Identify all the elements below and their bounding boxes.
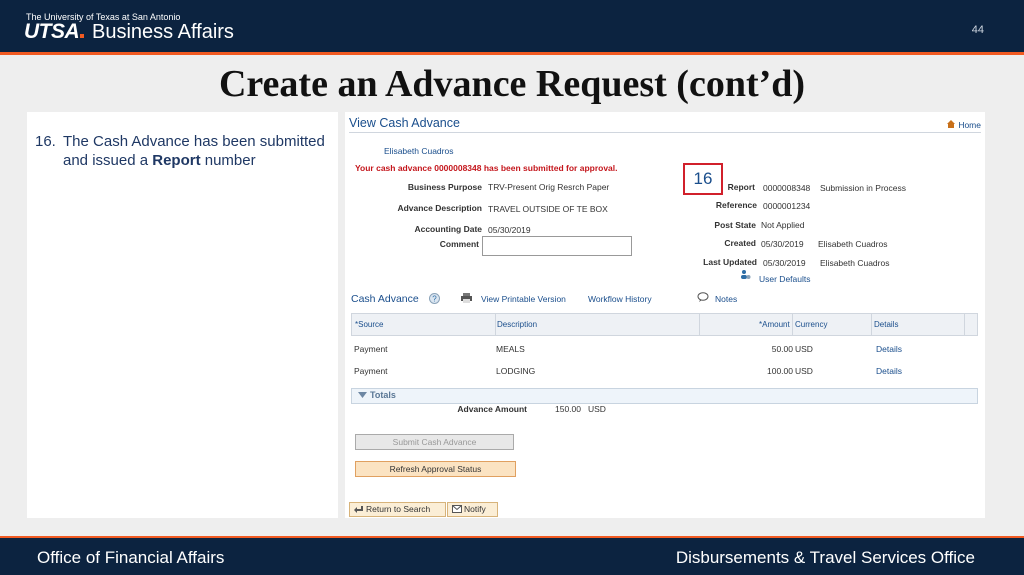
view-printable-version-link[interactable]: View Printable Version [481, 294, 566, 304]
user-settings-icon [741, 270, 751, 279]
cash-advance-section-title: Cash Advance [351, 293, 419, 305]
col-separator [495, 314, 496, 335]
totals-title: Totals [370, 390, 396, 400]
help-icon-wrap[interactable]: ? [429, 293, 440, 306]
accounting-date-value: 05/30/2019 [488, 225, 531, 235]
cash-advance-screenshot: View Cash Advance Home Elisabeth Cuadros… [345, 112, 985, 518]
comment-textarea[interactable] [482, 236, 632, 256]
report-number: 0000008348 [763, 183, 811, 193]
col-details: Details [874, 320, 899, 329]
row-details-link[interactable]: Details [876, 344, 902, 354]
created-date: 05/30/2019 [761, 239, 804, 249]
col-separator [964, 314, 965, 335]
slide-footer: Office of Financial Affairs Disbursement… [0, 538, 1024, 575]
business-purpose-value: TRV-Present Orig Resrch Paper [488, 182, 610, 192]
notify-button[interactable]: Notify [447, 502, 498, 517]
printer-icon-wrap[interactable] [461, 293, 472, 305]
step-text: The Cash Advance has been submitted and … [63, 132, 325, 170]
step-text-after: number [200, 152, 256, 169]
business-affairs-logo: Business Affairs [92, 21, 234, 43]
user-defaults-link-wrap[interactable] [740, 269, 751, 281]
footer-office-right: Disbursements & Travel Services Office [675, 548, 975, 567]
user-defaults-link[interactable]: User Defaults [759, 274, 811, 284]
logo-dot [80, 34, 85, 38]
report-label: Report [727, 182, 755, 192]
cash-advance-table-header: *Source Description *Amount Currency Det… [351, 313, 978, 336]
svg-text:?: ? [432, 295, 437, 304]
workflow-history-link[interactable]: Workflow History [588, 294, 652, 304]
refresh-approval-status-button[interactable]: Refresh Approval Status [355, 461, 516, 477]
col-description: Description [497, 320, 538, 329]
page-number: 44 [971, 24, 984, 36]
slide-header: The University of Texas at San Antonio U… [0, 0, 1024, 52]
post-state-value: Not Applied [761, 220, 805, 230]
row-currency: USD [795, 366, 813, 376]
home-icon [946, 120, 955, 128]
heading-divider [349, 132, 981, 133]
submit-cash-advance-button[interactable]: Submit Cash Advance [355, 434, 514, 450]
accounting-date-label: Accounting Date [414, 224, 482, 234]
return-arrow-icon [354, 506, 363, 513]
row-source: Payment [354, 366, 388, 376]
printer-icon [461, 293, 472, 303]
utsa-logo: UTSA [24, 20, 85, 44]
home-link-wrap[interactable]: Home [946, 119, 981, 130]
page-heading: View Cash Advance [349, 116, 460, 130]
notes-icon-wrap[interactable] [697, 292, 709, 304]
business-purpose-label: Business Purpose [407, 182, 482, 192]
row-description: MEALS [496, 344, 525, 354]
step-text-bold: Report [152, 152, 201, 169]
col-separator [871, 314, 872, 335]
advance-amount-value: 150.00 [555, 404, 581, 414]
submission-message: Your cash advance 0000008348 has been su… [355, 163, 618, 173]
notes-link[interactable]: Notes [715, 294, 737, 304]
return-to-search-label: Return to Search [366, 504, 431, 514]
header-divider [0, 52, 1024, 55]
reference-value: 0000001234 [763, 201, 811, 211]
last-updated-date: 05/30/2019 [763, 258, 806, 268]
notify-label: Notify [464, 504, 486, 514]
row-description: LODGING [496, 366, 536, 376]
footer-office-left: Office of Financial Affairs [37, 548, 225, 567]
advance-description-value: TRAVEL OUTSIDE OF TE BOX [488, 204, 608, 214]
row-details-link[interactable]: Details [876, 366, 902, 376]
advance-description-label: Advance Description [397, 203, 482, 213]
employee-name: Elisabeth Cuadros [384, 146, 454, 156]
comment-label: Comment [439, 239, 479, 249]
report-status: Submission in Process [820, 183, 906, 193]
last-updated-label: Last Updated [703, 257, 757, 267]
created-label: Created [724, 238, 756, 248]
col-separator [699, 314, 700, 335]
row-amount: 50.00 [771, 344, 793, 354]
slide-title: Create an Advance Request (cont’d) [218, 63, 806, 105]
envelope-icon [452, 505, 462, 513]
row-amount: 100.00 [767, 366, 793, 376]
col-currency: Currency [795, 320, 828, 329]
post-state-label: Post State [714, 220, 756, 230]
reference-label: Reference [715, 200, 757, 210]
created-by: Elisabeth Cuadros [818, 239, 888, 249]
row-source: Payment [354, 344, 388, 354]
collapse-triangle-icon [358, 392, 367, 398]
advance-amount-currency: USD [588, 404, 606, 414]
step-number: 16. [35, 133, 56, 150]
speech-bubble-icon [697, 292, 709, 302]
col-source: *Source [355, 320, 384, 329]
home-link[interactable]: Home [958, 120, 981, 130]
return-to-search-button[interactable]: Return to Search [349, 502, 446, 517]
totals-section-bar[interactable]: Totals [351, 388, 978, 404]
instruction-panel: 16. The Cash Advance has been submitted … [27, 112, 338, 518]
help-icon[interactable]: ? [429, 293, 440, 304]
advance-amount-label: Advance Amount [457, 404, 527, 414]
col-amount: *Amount [759, 320, 790, 329]
col-separator [792, 314, 793, 335]
last-updated-by: Elisabeth Cuadros [820, 258, 890, 268]
utsa-logo-text: UTSA [24, 20, 80, 43]
row-currency: USD [795, 344, 813, 354]
